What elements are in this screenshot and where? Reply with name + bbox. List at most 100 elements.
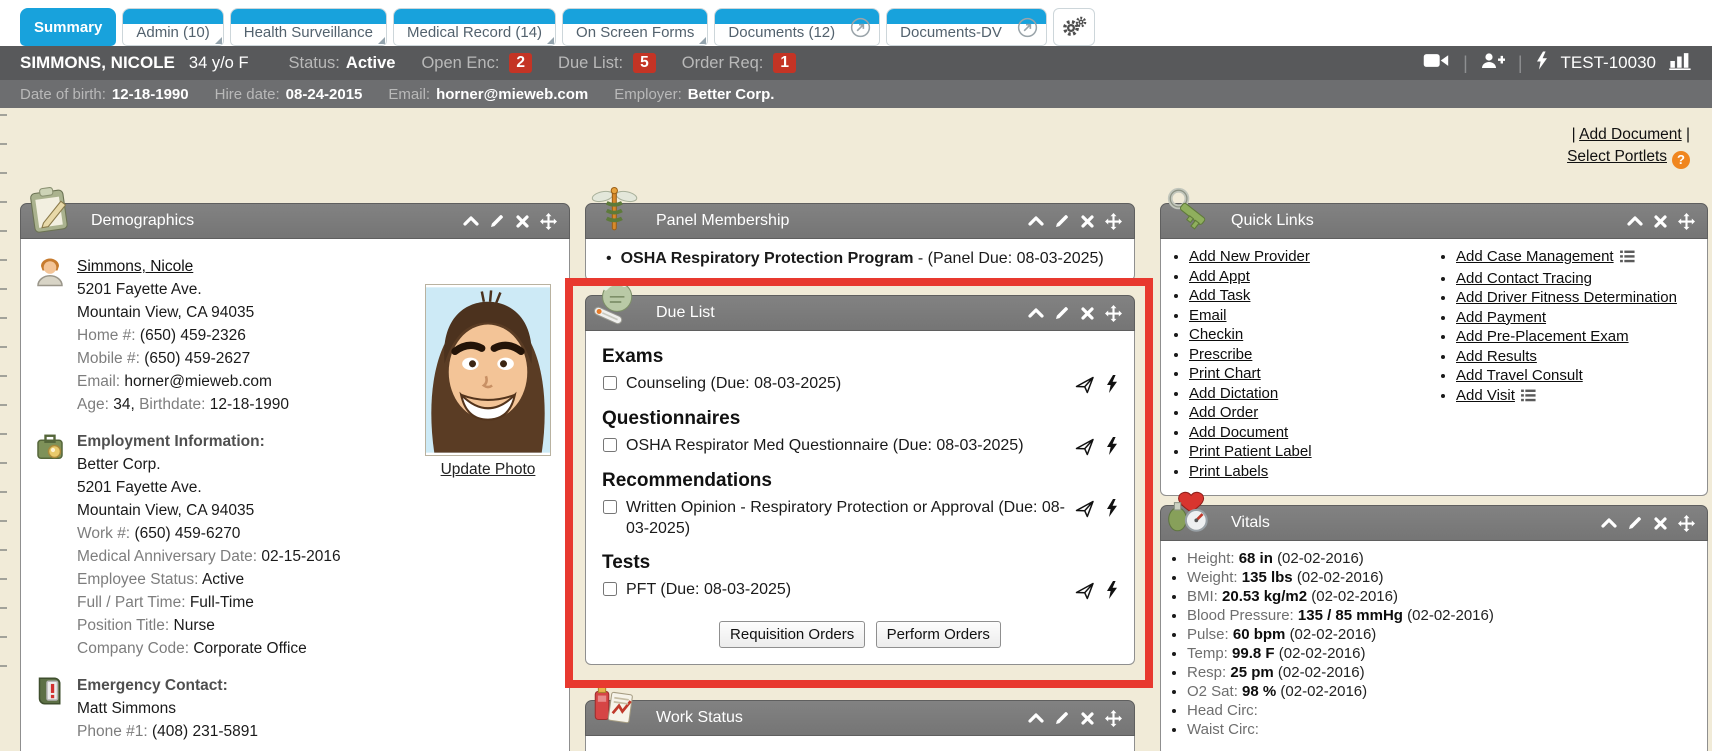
quick-links-column-1: Add New Provider Add Appt Add Task Email… — [1167, 249, 1434, 483]
tab-summary[interactable]: Summary — [20, 8, 116, 46]
send-order-icon[interactable] — [1075, 375, 1095, 395]
tab-documents[interactable]: Documents (12) — [714, 8, 880, 46]
send-order-icon[interactable] — [1075, 581, 1095, 601]
popout-icon[interactable] — [850, 17, 871, 43]
due-item-checkbox[interactable] — [603, 376, 617, 390]
quick-link[interactable]: Checkin — [1189, 326, 1243, 343]
edit-icon[interactable] — [489, 213, 505, 229]
quick-link[interactable]: Add Appt — [1189, 268, 1250, 285]
quick-link[interactable]: Print Labels — [1189, 463, 1268, 480]
perform-order-icon[interactable] — [1106, 581, 1118, 601]
due-item-checkbox[interactable] — [603, 500, 617, 514]
tab-medical-record[interactable]: Medical Record (14) — [393, 8, 556, 46]
help-icon[interactable]: ? — [1672, 151, 1690, 169]
person-icon — [35, 255, 69, 416]
close-icon[interactable] — [1653, 516, 1668, 531]
due-list-label: Due List: — [558, 54, 623, 73]
quick-link[interactable]: Add Visit — [1456, 387, 1515, 404]
move-icon[interactable] — [1105, 710, 1122, 727]
close-icon[interactable] — [515, 214, 530, 229]
quick-link[interactable]: Add Task — [1189, 287, 1250, 304]
tab-label: Admin (10) — [123, 24, 222, 45]
close-icon[interactable] — [1653, 214, 1668, 229]
collapse-icon[interactable] — [1028, 305, 1044, 321]
quick-link[interactable]: Add Document — [1189, 424, 1288, 441]
reports-chart-icon[interactable] — [1669, 52, 1692, 75]
close-icon[interactable] — [1080, 306, 1095, 321]
move-icon[interactable] — [1678, 515, 1695, 532]
perform-orders-button[interactable]: Perform Orders — [876, 621, 1001, 648]
move-icon[interactable] — [540, 213, 557, 230]
status-value: Active — [346, 54, 396, 73]
tab-settings-gear-icon[interactable] — [1053, 8, 1095, 46]
edit-icon[interactable] — [1054, 710, 1070, 726]
tab-documents-dv[interactable]: Documents-DV — [886, 8, 1047, 46]
collapse-icon[interactable] — [1028, 213, 1044, 229]
quick-link[interactable]: Add Dictation — [1189, 385, 1278, 402]
move-icon[interactable] — [1678, 213, 1695, 230]
due-item-checkbox[interactable] — [603, 438, 617, 452]
send-order-icon[interactable] — [1075, 499, 1095, 519]
quick-link[interactable]: Add Driver Fitness Determination — [1456, 289, 1677, 306]
tab-label: Summary — [21, 19, 115, 45]
list-icon[interactable] — [1521, 389, 1536, 406]
move-icon[interactable] — [1105, 213, 1122, 230]
video-call-icon[interactable] — [1423, 52, 1450, 74]
open-enc-badge[interactable]: 2 — [509, 53, 532, 73]
quick-link[interactable]: Add New Provider — [1189, 248, 1310, 265]
quick-link-item: Prescribe — [1189, 347, 1434, 363]
tab-label: Medical Record (14) — [394, 24, 555, 45]
quick-link[interactable]: Prescribe — [1189, 346, 1252, 363]
edit-icon[interactable] — [1054, 305, 1070, 321]
due-section-heading: Recommendations — [602, 470, 1118, 492]
quick-link[interactable]: Print Chart — [1189, 365, 1261, 382]
quick-link[interactable]: Email — [1189, 307, 1227, 324]
collapse-icon[interactable] — [1627, 213, 1643, 229]
perform-order-icon[interactable] — [1106, 437, 1118, 457]
edit-icon[interactable] — [1054, 213, 1070, 229]
separator: | — [1518, 53, 1523, 74]
requisition-orders-button[interactable]: Requisition Orders — [719, 621, 865, 648]
due-item-checkbox[interactable] — [603, 582, 617, 596]
vital-date: (02-02-2016) — [1280, 683, 1367, 700]
vital-value: 68 in — [1239, 550, 1273, 567]
quick-link[interactable]: Add Pre-Placement Exam — [1456, 328, 1629, 345]
panel-item: • OSHA Respiratory Protection Program - … — [600, 248, 1120, 270]
quick-link[interactable]: Add Payment — [1456, 309, 1546, 326]
quick-link[interactable]: Add Order — [1189, 404, 1258, 421]
popout-icon[interactable] — [1017, 17, 1038, 43]
quick-link[interactable]: Add Contact Tracing — [1456, 270, 1592, 287]
edit-icon[interactable] — [1627, 515, 1643, 531]
add-document-link[interactable]: Add Document — [1579, 126, 1682, 143]
quick-action-bolt-icon[interactable] — [1536, 51, 1548, 75]
patient-photo-block: Update Photo — [425, 284, 551, 479]
quick-link[interactable]: Add Case Management — [1456, 248, 1614, 265]
quick-link[interactable]: Print Patient Label — [1189, 443, 1312, 460]
due-list-badge[interactable]: 5 — [633, 53, 656, 73]
close-icon[interactable] — [1080, 711, 1095, 726]
vital-value: 99.8 F — [1232, 645, 1275, 662]
tab-admin[interactable]: Admin (10) — [122, 8, 223, 46]
perform-order-icon[interactable] — [1106, 499, 1118, 519]
tab-health-surveillance[interactable]: Health Surveillance — [230, 8, 387, 46]
list-icon[interactable] — [1620, 250, 1635, 267]
patient-name-link[interactable]: Simmons, Nicole — [77, 258, 193, 275]
mobile-phone-label: Mobile #: — [77, 350, 140, 367]
send-order-icon[interactable] — [1075, 437, 1095, 457]
close-icon[interactable] — [1080, 214, 1095, 229]
move-icon[interactable] — [1105, 305, 1122, 322]
quick-link[interactable]: Add Results — [1456, 348, 1537, 365]
add-user-icon[interactable] — [1481, 52, 1505, 74]
select-portlets-link[interactable]: Select Portlets — [1567, 148, 1667, 165]
collapse-icon[interactable] — [1028, 710, 1044, 726]
quick-link[interactable]: Add Travel Consult — [1456, 367, 1583, 384]
tab-on-screen-forms[interactable]: On Screen Forms — [562, 8, 708, 46]
tab-dropdown-corner-icon — [215, 37, 222, 44]
collapse-icon[interactable] — [1601, 515, 1617, 531]
home-phone: (650) 459-2326 — [140, 327, 246, 344]
perform-order-icon[interactable] — [1106, 375, 1118, 395]
order-req-badge[interactable]: 1 — [773, 53, 796, 73]
patient-header-bar: SIMMONS, NICOLE 34 y/o F Status: Active … — [0, 46, 1712, 80]
collapse-icon[interactable] — [463, 213, 479, 229]
update-photo-link[interactable]: Update Photo — [441, 461, 536, 479]
